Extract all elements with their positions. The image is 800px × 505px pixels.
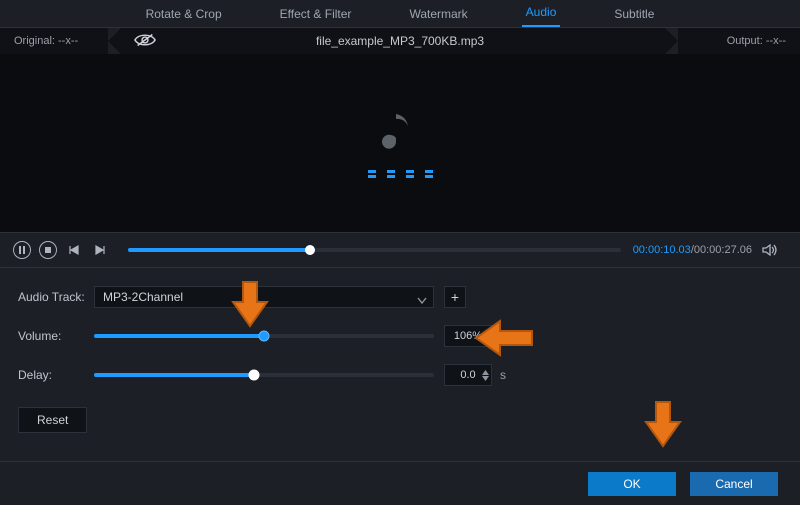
tab-audio[interactable]: Audio xyxy=(522,0,561,27)
stepper-arrows-icon[interactable] xyxy=(482,370,489,381)
original-label: Original: --x-- xyxy=(14,35,78,47)
tab-effect-filter[interactable]: Effect & Filter xyxy=(276,1,356,27)
delay-value: 0.0 xyxy=(460,369,475,381)
preview-area xyxy=(0,54,800,232)
dialog-footer: OK Cancel xyxy=(0,461,800,505)
output-label: Output: --x-- xyxy=(727,35,786,47)
volume-slider[interactable] xyxy=(94,334,434,338)
volume-label: Volume: xyxy=(18,329,94,343)
music-note-icon xyxy=(382,108,418,157)
audio-controls: Audio Track: MP3-2Channel + Volume: 106%… xyxy=(0,268,800,441)
delay-slider[interactable] xyxy=(94,373,434,377)
seek-slider[interactable] xyxy=(128,248,621,252)
add-track-button[interactable]: + xyxy=(444,286,466,308)
next-frame-button[interactable] xyxy=(90,240,110,260)
volume-icon[interactable] xyxy=(760,240,780,260)
tab-rotate-crop[interactable]: Rotate & Crop xyxy=(142,1,226,27)
audio-track-select[interactable]: MP3-2Channel xyxy=(94,286,434,308)
transport-bar: 00:00:10.03/00:00:27.06 xyxy=(0,232,800,268)
delay-unit: s xyxy=(500,368,506,382)
volume-stepper[interactable]: 106% xyxy=(444,325,492,347)
cancel-button[interactable]: Cancel xyxy=(690,472,778,496)
volume-value: 106% xyxy=(454,330,482,342)
preview-toggle-icon[interactable] xyxy=(134,32,156,51)
stop-button[interactable] xyxy=(38,240,58,260)
time-current: 00:00:10.03 xyxy=(633,244,691,256)
editor-tabs: Rotate & Crop Effect & Filter Watermark … xyxy=(0,0,800,28)
file-bar: Original: --x-- file_example_MP3_700KB.m… xyxy=(0,28,800,54)
audio-track-label: Audio Track: xyxy=(18,290,94,304)
prev-frame-button[interactable] xyxy=(64,240,84,260)
audio-track-value: MP3-2Channel xyxy=(103,290,183,304)
ok-button[interactable]: OK xyxy=(588,472,676,496)
delay-label: Delay: xyxy=(18,368,94,382)
chevron-down-icon xyxy=(417,294,427,308)
delay-stepper[interactable]: 0.0 xyxy=(444,364,492,386)
tab-watermark[interactable]: Watermark xyxy=(405,1,471,27)
reset-button[interactable]: Reset xyxy=(18,407,87,433)
stepper-arrows-icon[interactable] xyxy=(482,331,489,342)
time-total: 00:00:27.06 xyxy=(694,244,752,256)
timecode: 00:00:10.03/00:00:27.06 xyxy=(633,244,752,256)
tab-subtitle[interactable]: Subtitle xyxy=(610,1,658,27)
equalizer-icon xyxy=(368,175,433,178)
pause-button[interactable] xyxy=(12,240,32,260)
